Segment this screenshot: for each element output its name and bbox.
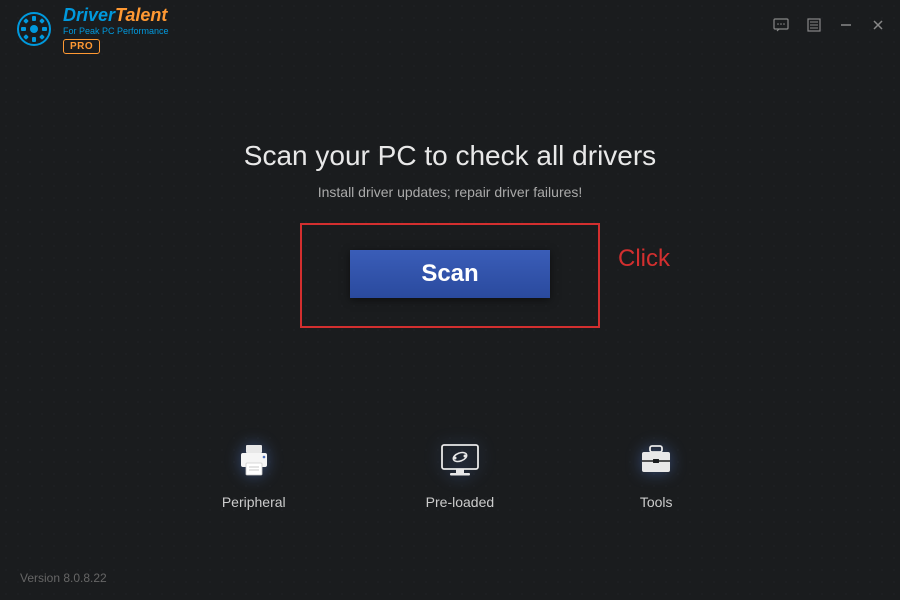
close-icon[interactable] — [871, 18, 885, 32]
menu-icon[interactable] — [807, 18, 821, 32]
feedback-icon[interactable] — [773, 18, 789, 32]
logo-text: DriverTalent For Peak PC Performance PRO — [63, 5, 169, 54]
logo: DriverTalent For Peak PC Performance PRO — [15, 0, 169, 54]
bottom-nav: Peripheral Pre-loaded Tools — [0, 438, 900, 510]
pro-badge: PRO — [63, 39, 100, 54]
nav-peripheral[interactable]: Peripheral — [222, 438, 286, 510]
nav-preloaded[interactable]: Pre-loaded — [426, 438, 495, 510]
version-label: Version 8.0.8.22 — [20, 571, 107, 585]
printer-icon — [232, 438, 276, 482]
page-subheading: Install driver updates; repair driver fa… — [0, 184, 900, 200]
window-controls — [773, 18, 885, 32]
app-title: DriverTalent — [63, 5, 169, 26]
nav-tools[interactable]: Tools — [634, 438, 678, 510]
page-heading: Scan your PC to check all drivers — [0, 140, 900, 172]
nav-tools-label: Tools — [640, 494, 673, 510]
gear-logo-icon — [15, 10, 53, 48]
title-part1: Driver — [63, 5, 115, 25]
minimize-icon[interactable] — [839, 18, 853, 32]
main-content: Scan your PC to check all drivers Instal… — [0, 140, 900, 230]
background-pattern — [0, 0, 900, 600]
nav-peripheral-label: Peripheral — [222, 494, 286, 510]
title-part2: Talent — [115, 5, 167, 25]
nav-preloaded-label: Pre-loaded — [426, 494, 495, 510]
monitor-icon — [438, 438, 482, 482]
app-subtitle: For Peak PC Performance — [63, 26, 169, 36]
annotation-click-label: Click — [618, 245, 670, 273]
toolbox-icon — [634, 438, 678, 482]
scan-button[interactable]: Scan — [350, 250, 550, 298]
titlebar: DriverTalent For Peak PC Performance PRO — [0, 0, 900, 50]
